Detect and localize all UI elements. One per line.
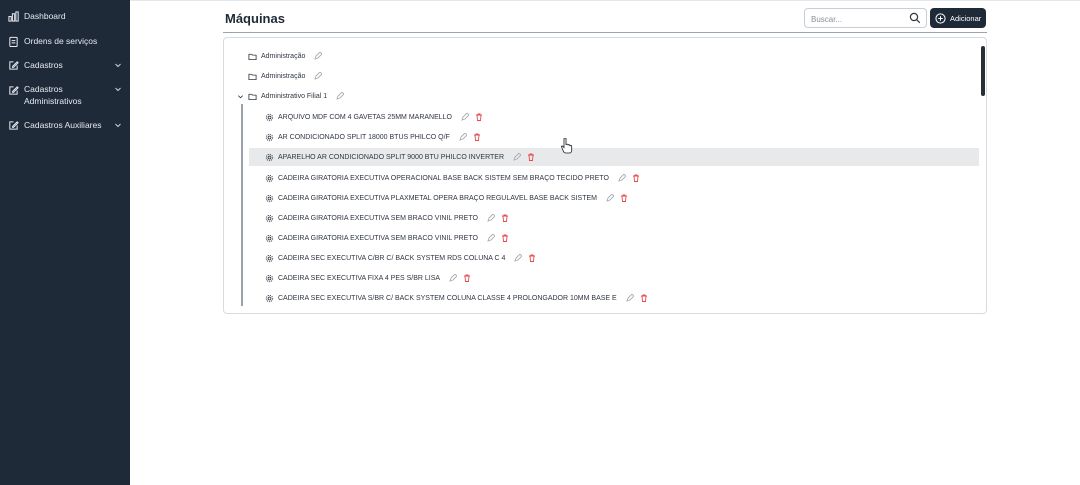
trash-icon[interactable]	[640, 294, 648, 302]
machine-label: APARELHO AR CONDICIONADO SPLIT 9000 BTU …	[278, 153, 505, 161]
pencil-icon[interactable]	[314, 72, 323, 80]
chevron-down-icon	[115, 63, 121, 68]
tree-folder-row[interactable]: Administração	[248, 67, 323, 85]
gear-icon	[265, 133, 274, 141]
edit-square-icon	[9, 86, 19, 95]
pencil-icon[interactable]	[461, 113, 469, 121]
sidebar-item-cadastros[interactable]: Cadastros	[0, 59, 130, 71]
plus-circle-icon	[935, 12, 946, 24]
pencil-icon[interactable]	[449, 274, 458, 282]
sidebar-item-dashboard[interactable]: Dashboard	[0, 10, 130, 22]
machine-label: CADEIRA SEC EXECUTIVA S/BR C/ BACK SYSTE…	[278, 294, 617, 302]
trash-icon[interactable]	[501, 234, 509, 242]
search-icon[interactable]	[909, 12, 921, 24]
tree-machine-row[interactable]: CADEIRA GIRATORIA EXECUTIVA PLAXMETAL OP…	[265, 189, 628, 207]
machine-label: CADEIRA GIRATORIA EXECUTIVA SEM BRACO VI…	[278, 214, 478, 222]
pencil-icon[interactable]	[487, 214, 495, 222]
chevron-down-icon	[115, 123, 121, 128]
trash-icon[interactable]	[632, 174, 640, 182]
machine-label: CADEIRA GIRATORIA EXECUTIVA SEM BRACO VI…	[278, 234, 478, 242]
sidebar-item-ordens-de-servicos[interactable]: Ordens de serviços	[0, 35, 130, 47]
trash-icon[interactable]	[473, 133, 481, 141]
gear-icon	[265, 274, 274, 282]
folder-icon	[248, 53, 257, 60]
sidebar-item-label: Cadastros Auxiliares	[24, 120, 102, 130]
machine-label: CADEIRA GIRATORIA EXECUTIVA OPERACIONAL …	[278, 174, 609, 182]
gear-icon	[265, 153, 274, 161]
sidebar-item-cadastros-auxiliares[interactable]: Cadastros Auxiliares	[0, 119, 130, 131]
sidebar: Dashboard Ordens de serviços Cadastros C…	[0, 0, 130, 485]
mouse-pointer-icon	[561, 138, 573, 154]
tree-folder-row[interactable]: Administração	[248, 47, 323, 65]
tree-machine-row[interactable]: ARQUIVO MDF COM 4 GAVETAS 25MM MARANELLO	[265, 108, 483, 126]
tree-machine-row[interactable]: CADEIRA GIRATORIA EXECUTIVA SEM BRACO VI…	[265, 229, 509, 247]
gear-icon	[265, 214, 274, 222]
gear-icon	[265, 254, 274, 262]
tree-machine-row[interactable]: CADEIRA SEC EXECUTIVA FIXA 4 PES S/BR LI…	[265, 269, 471, 287]
folder-label: Administração	[261, 72, 306, 80]
pencil-icon[interactable]	[618, 174, 626, 182]
tree-folder-row[interactable]: Administrativo Filial 1	[237, 87, 345, 105]
trash-icon[interactable]	[475, 113, 483, 121]
folder-label: Administração	[261, 52, 306, 60]
gear-icon	[265, 113, 274, 121]
bar-chart-icon	[8, 11, 19, 22]
add-button[interactable]: Adicionar	[930, 8, 986, 28]
tree-machine-row[interactable]: APARELHO AR CONDICIONADO SPLIT 9000 BTU …	[249, 148, 979, 166]
tree-guide-line	[241, 104, 243, 306]
trash-icon[interactable]	[620, 194, 628, 202]
pencil-icon[interactable]	[487, 234, 495, 242]
scrollbar[interactable]	[981, 46, 985, 96]
trash-icon[interactable]	[527, 153, 535, 161]
sidebar-item-label: Cadastros Administrativos	[24, 84, 82, 106]
top-divider	[130, 0, 1080, 1]
header-divider	[223, 32, 987, 33]
folder-label: Administrativo Filial 1	[261, 92, 328, 100]
pencil-icon[interactable]	[606, 194, 614, 202]
folder-open-icon	[248, 93, 257, 100]
tree-machine-row[interactable]: CADEIRA GIRATORIA EXECUTIVA SEM BRACO VI…	[265, 209, 509, 227]
machine-label: ARQUIVO MDF COM 4 GAVETAS 25MM MARANELLO	[278, 113, 452, 121]
edit-square-icon	[9, 61, 19, 70]
add-button-label: Adicionar	[950, 13, 982, 23]
pencil-icon[interactable]	[513, 153, 522, 161]
machine-label: CADEIRA SEC EXECUTIVA FIXA 4 PES S/BR LI…	[278, 274, 441, 282]
search-box	[804, 8, 927, 29]
page-title: Máquinas	[225, 11, 285, 26]
machine-label: AR CONDICIONADO SPLIT 18000 BTUS PHILCO …	[278, 133, 450, 141]
pencil-icon[interactable]	[625, 294, 634, 302]
clipboard-icon	[9, 36, 18, 47]
pencil-icon[interactable]	[514, 254, 523, 262]
chevron-down-icon[interactable]	[237, 93, 244, 100]
search-input[interactable]	[805, 10, 903, 29]
trash-icon[interactable]	[528, 254, 536, 262]
gear-icon	[265, 174, 274, 182]
pencil-icon[interactable]	[314, 52, 323, 60]
main-content: Máquinas Adicionar Administração Adminis…	[130, 0, 1080, 485]
sidebar-item-cadastros-administrativos[interactable]: Cadastros Administrativos	[0, 83, 130, 107]
edit-square-icon	[9, 121, 19, 130]
sidebar-item-label: Dashboard	[24, 11, 66, 21]
machine-tree: Administração Administração Administrati…	[223, 37, 987, 314]
trash-icon[interactable]	[501, 214, 509, 222]
machine-label: CADEIRA SEC EXECUTIVA C/BR C/ BACK SYSTE…	[278, 254, 506, 262]
folder-icon	[248, 73, 257, 80]
gear-icon	[265, 194, 274, 202]
pencil-icon[interactable]	[336, 92, 345, 100]
tree-machine-row[interactable]: CADEIRA SEC EXECUTIVA C/BR C/ BACK SYSTE…	[265, 249, 536, 267]
pencil-icon[interactable]	[459, 133, 467, 141]
gear-icon	[265, 294, 274, 302]
tree-machine-row[interactable]: CADEIRA GIRATORIA EXECUTIVA OPERACIONAL …	[265, 169, 640, 187]
tree-machine-row[interactable]: AR CONDICIONADO SPLIT 18000 BTUS PHILCO …	[265, 128, 481, 146]
tree-machine-row[interactable]: CADEIRA SEC EXECUTIVA S/BR C/ BACK SYSTE…	[265, 289, 648, 307]
chevron-down-icon	[115, 87, 121, 92]
sidebar-item-label: Ordens de serviços	[24, 36, 98, 46]
machine-label: CADEIRA GIRATORIA EXECUTIVA PLAXMETAL OP…	[278, 194, 597, 202]
sidebar-item-label: Cadastros	[24, 60, 63, 70]
gear-icon	[265, 234, 274, 242]
trash-icon[interactable]	[463, 274, 471, 282]
